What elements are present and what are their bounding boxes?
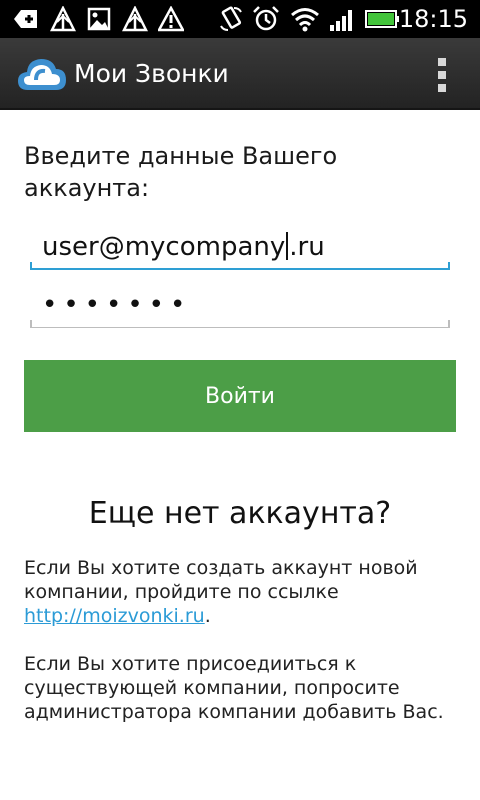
- status-bar: 18:15: [0, 0, 480, 38]
- app-title: Мои Звонки: [74, 59, 229, 88]
- rotate-icon: [220, 6, 242, 31]
- password-field[interactable]: •••••••: [30, 280, 450, 328]
- battery-icon: [365, 10, 399, 28]
- signup-link[interactable]: http://moizvonki.ru: [24, 605, 205, 627]
- signal-icon: [330, 10, 352, 31]
- alert-icon: [158, 6, 184, 32]
- alarm-icon: [253, 6, 279, 31]
- clock: 18:15: [398, 5, 468, 33]
- email-field[interactable]: user@mycompany .ru: [30, 222, 450, 270]
- text-cursor: [286, 232, 289, 260]
- login-button[interactable]: Войти: [24, 360, 456, 432]
- warning-signal-icon: [50, 6, 76, 32]
- overflow-menu-icon[interactable]: [432, 58, 452, 92]
- login-prompt: Введите данные Вашего аккаунта:: [24, 142, 338, 202]
- cloud-icon: [18, 59, 66, 90]
- warning-signal-icon: [122, 6, 148, 32]
- add-icon: [14, 10, 37, 28]
- no-account-heading: Еще нет аккаунта?: [88, 496, 392, 531]
- create-account-text: Если Вы хотите создать аккаунт новой ком…: [24, 557, 418, 627]
- join-company-text: Если Вы хотите присоедииться к существую…: [24, 653, 444, 723]
- login-screen: Введите данные Вашего аккаунта: user@myc…: [0, 112, 480, 800]
- action-bar: Мои Звонки: [0, 38, 480, 110]
- password-value: •••••••: [42, 290, 192, 320]
- wifi-icon: [291, 8, 319, 32]
- email-value: user@mycompany .ru: [42, 232, 325, 262]
- image-icon: [87, 7, 111, 31]
